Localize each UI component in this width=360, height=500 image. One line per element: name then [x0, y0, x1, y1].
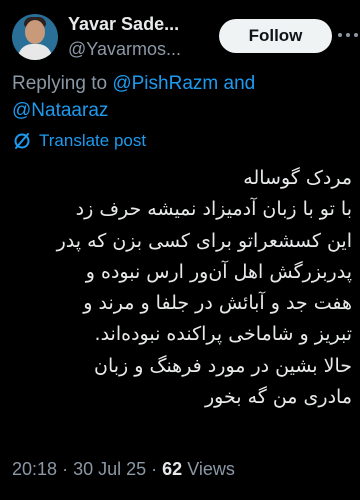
views-label: Views: [187, 459, 235, 479]
translate-icon: [14, 133, 30, 149]
tweet-line: مادری من گه بخور: [204, 386, 352, 409]
author-handle[interactable]: @Yavarmos...: [68, 39, 218, 60]
avatar-face: [25, 20, 45, 44]
mention-link[interactable]: @Nataaraz: [12, 100, 108, 121]
replying-to: Replying to @PishRazm and @Nataaraz: [12, 70, 342, 124]
tweet-line: حالا بشین در مورد فرهنگ و زبان: [93, 354, 352, 377]
avatar-shirt: [18, 44, 52, 60]
tweet-line: مردک گوساله: [243, 167, 352, 189]
replying-to-prefix: Replying to: [12, 73, 108, 94]
tweet-date[interactable]: 30 Jul 25: [73, 459, 146, 479]
tweet-line: این کسشعراتو برای کسی بزن که پدر: [56, 229, 352, 252]
tweet-line: پدربزرگش اهل آن‌ور ارس نبوده و: [85, 260, 352, 283]
tweet-meta: 20:18 · 30 Jul 25 · 62 Views: [12, 459, 235, 480]
tweet-time[interactable]: 20:18: [12, 459, 57, 479]
translate-label[interactable]: Translate post: [39, 131, 146, 151]
follow-button[interactable]: Follow: [219, 19, 332, 53]
tweet-header: Yavar Sade... @Yavarmos... Follow: [10, 10, 358, 60]
more-options-icon[interactable]: [338, 28, 360, 42]
tweet-line: تبریز و شاماخی پراکنده نبوده‌اند.: [94, 323, 352, 346]
mention-link[interactable]: @PishRazm: [112, 73, 218, 94]
translate-post-link[interactable]: Translate post: [12, 129, 146, 153]
tweet-line: هفت جد و آبائش در جلفا و مرند و: [83, 292, 352, 315]
author-names[interactable]: Yavar Sade... @Yavarmos...: [68, 14, 218, 60]
author-display-name[interactable]: Yavar Sade...: [68, 14, 218, 35]
avatar[interactable]: [12, 14, 58, 60]
meta-separator: ·: [151, 459, 158, 479]
tweet-text: مردک گوساله با تو با زبان آدمیزاد نمیشه …: [10, 163, 352, 413]
meta-separator: ·: [62, 459, 69, 479]
mention-joiner[interactable]: and: [224, 73, 256, 94]
tweet-line: با تو با زبان آدمیزاد نمیشه حرف زد: [75, 198, 352, 221]
views-count: 62: [162, 459, 183, 479]
